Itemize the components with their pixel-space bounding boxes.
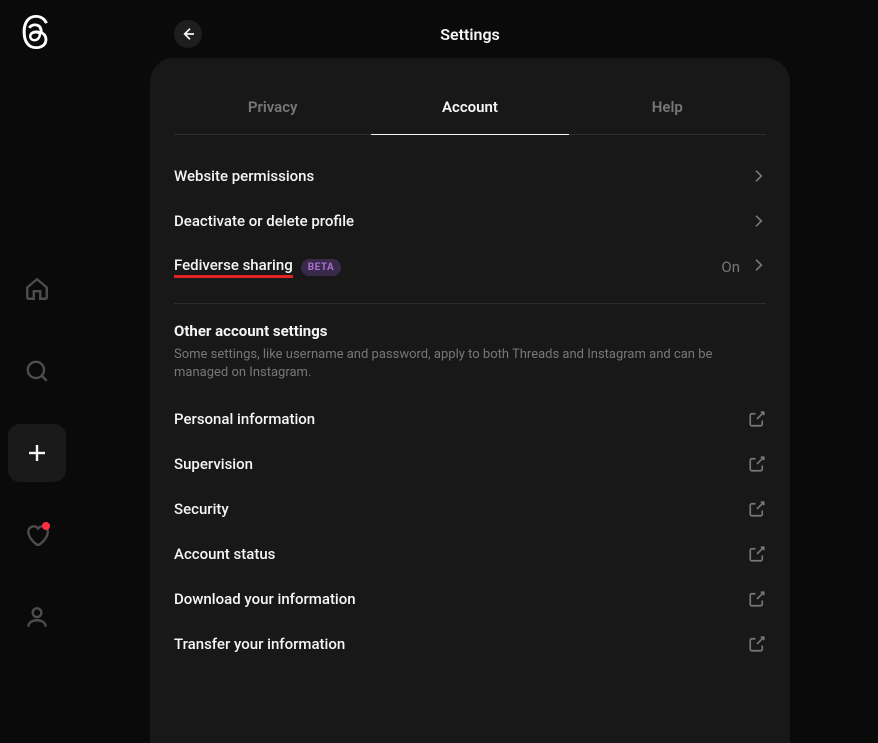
- header-bar: Settings: [150, 10, 790, 58]
- other-settings-subtitle: Some settings, like username and passwor…: [174, 346, 766, 382]
- sidebar-home[interactable]: [8, 260, 66, 318]
- row-label: Website permissions: [174, 167, 314, 185]
- app-logo[interactable]: [18, 14, 54, 50]
- fediverse-status-value: On: [721, 258, 740, 276]
- external-link-icon: [748, 635, 766, 653]
- sidebar-profile[interactable]: [8, 588, 66, 646]
- settings-panel: Privacy Account Help Website permissions…: [150, 58, 790, 743]
- chevron-right-icon: [750, 257, 766, 277]
- sidebar-search[interactable]: [8, 342, 66, 400]
- section-divider: [174, 303, 766, 304]
- settings-tabs: Privacy Account Help: [174, 78, 766, 135]
- tab-account[interactable]: Account: [371, 78, 568, 134]
- notification-dot-icon: [42, 522, 50, 530]
- row-download-information[interactable]: Download your information: [174, 576, 766, 621]
- chevron-right-icon: [750, 213, 766, 229]
- row-account-status[interactable]: Account status: [174, 531, 766, 576]
- row-label: Download your information: [174, 590, 356, 608]
- row-label: Transfer your information: [174, 635, 345, 653]
- beta-badge: BETA: [301, 259, 342, 276]
- page-title: Settings: [440, 25, 500, 44]
- row-personal-information[interactable]: Personal information: [174, 396, 766, 441]
- other-settings-title: Other account settings: [174, 322, 766, 340]
- row-label: Account status: [174, 545, 275, 563]
- back-button[interactable]: [174, 20, 202, 48]
- row-supervision[interactable]: Supervision: [174, 441, 766, 486]
- sidebar-activity[interactable]: [8, 506, 66, 564]
- fediverse-label-text: Fediverse sharing: [174, 256, 293, 278]
- external-link-icon: [748, 545, 766, 563]
- external-link-icon: [748, 410, 766, 428]
- row-fediverse-sharing[interactable]: Fediverse sharing BETA On: [174, 243, 766, 291]
- row-label: Personal information: [174, 410, 315, 428]
- external-link-icon: [748, 455, 766, 473]
- tab-privacy[interactable]: Privacy: [174, 78, 371, 134]
- row-deactivate[interactable]: Deactivate or delete profile: [174, 198, 766, 243]
- row-label: Security: [174, 500, 229, 518]
- row-label: Deactivate or delete profile: [174, 212, 354, 230]
- row-value: On: [721, 257, 766, 277]
- row-label: Fediverse sharing BETA: [174, 256, 341, 278]
- sidebar-create[interactable]: [8, 424, 66, 482]
- row-security[interactable]: Security: [174, 486, 766, 531]
- tab-help[interactable]: Help: [569, 78, 766, 134]
- external-link-icon: [748, 500, 766, 518]
- external-link-icon: [748, 590, 766, 608]
- row-transfer-information[interactable]: Transfer your information: [174, 621, 766, 666]
- row-website-permissions[interactable]: Website permissions: [174, 153, 766, 198]
- sidebar-nav: [8, 260, 66, 646]
- row-label: Supervision: [174, 455, 253, 473]
- chevron-right-icon: [750, 168, 766, 184]
